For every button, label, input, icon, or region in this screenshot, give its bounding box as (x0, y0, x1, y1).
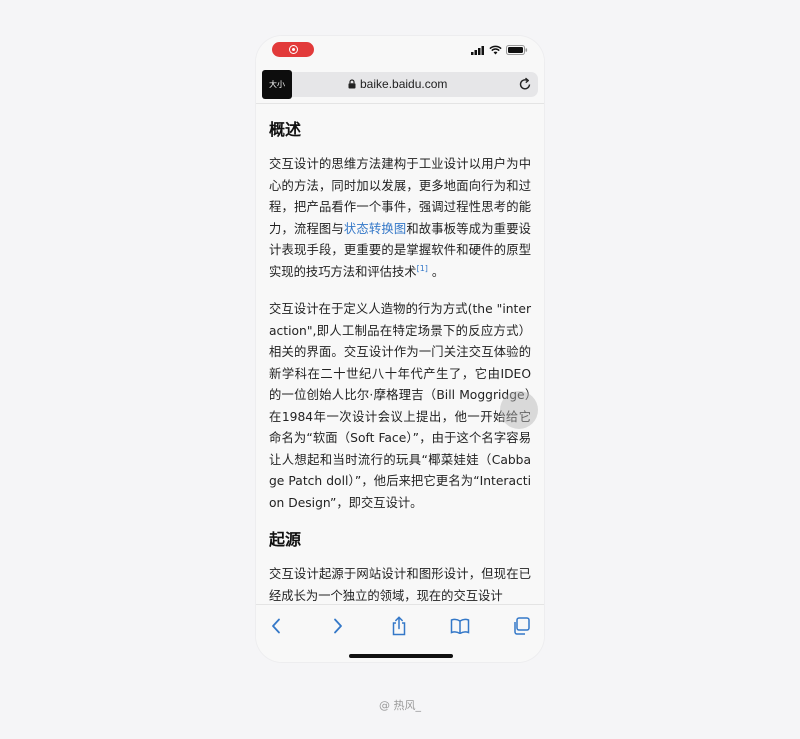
state-diagram-link[interactable]: 状态转换图 (344, 222, 406, 236)
reload-icon[interactable] (519, 77, 532, 91)
status-icons (471, 45, 528, 55)
battery-icon (506, 45, 528, 55)
tabs-icon[interactable] (510, 615, 532, 637)
paragraph-overview: 交互设计的思维方法建构于工业设计以用户为中心的方法，同时加以发展，更多地面向行为… (269, 157, 531, 279)
chevron-left-icon[interactable] (265, 615, 287, 637)
address-bar[interactable]: 大小 baike.baidu.com (262, 70, 538, 99)
section-heading-origin: 起源 (269, 530, 302, 549)
reference-link[interactable]: [1] (417, 263, 428, 272)
url-display[interactable]: baike.baidu.com (348, 77, 447, 91)
wifi-icon (489, 45, 502, 55)
paragraph-origin: 交互设计起源于网站设计和图形设计，但现在已经成长为一个独立的领域，现在的交互设计 (269, 567, 531, 603)
screen-record-icon[interactable] (272, 42, 314, 57)
chevron-right-icon[interactable] (327, 615, 349, 637)
status-bar (256, 36, 544, 66)
section-heading-overview: 概述 (269, 120, 302, 139)
paragraph-definition: 交互设计在于定义人造物的行为方式(the "interaction",即人工制品… (269, 302, 531, 510)
home-indicator[interactable] (349, 654, 453, 658)
book-icon[interactable] (449, 615, 471, 637)
touch-indicator (500, 391, 538, 429)
text-size-button[interactable]: 大小 (262, 70, 292, 99)
lock-icon (348, 79, 356, 89)
url-text: baike.baidu.com (360, 77, 448, 91)
article-content: 概述 交互设计的思维方法建构于工业设计以用户为中心的方法，同时加以发展，更多地面… (256, 104, 544, 604)
cellular-signal-icon (471, 45, 484, 55)
watermark-credit: @ 热风_ (379, 699, 421, 712)
phone-screen: 大小 baike.baidu.com 概述 交互设计的思维方法建构于工业设计以用… (256, 36, 544, 662)
address-bar-area: 大小 baike.baidu.com (256, 66, 544, 104)
share-icon[interactable] (388, 615, 410, 637)
